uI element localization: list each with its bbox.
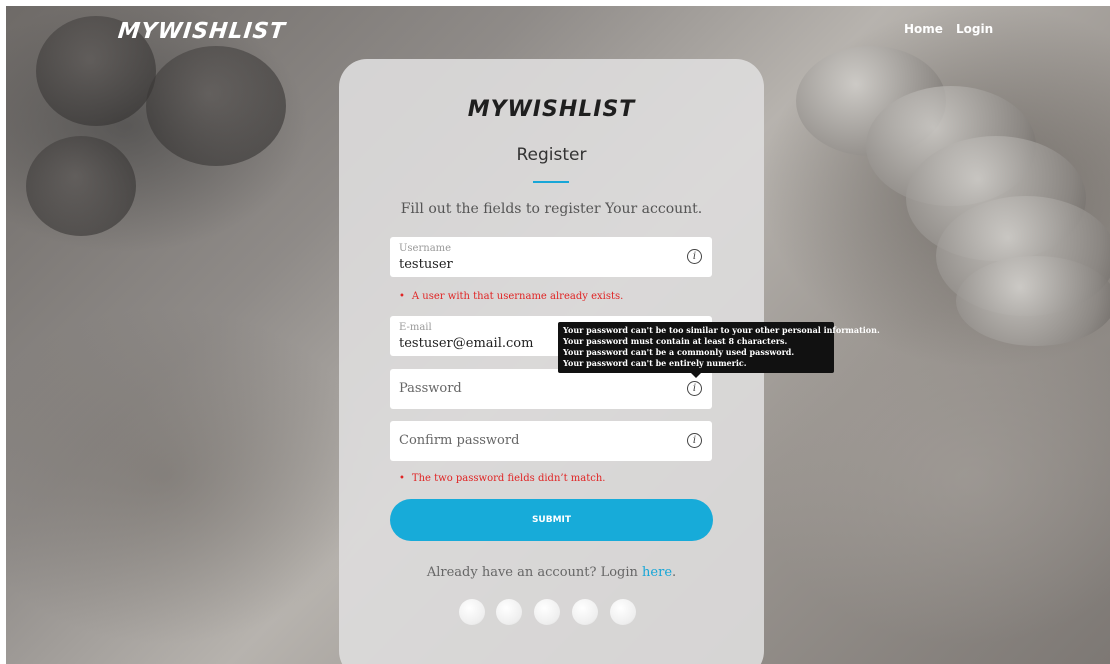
submit-button[interactable]: SUBMIT xyxy=(390,499,713,541)
tooltip-line: Your password can't be too similar to yo… xyxy=(563,325,880,335)
password-placeholder: Password xyxy=(399,381,462,396)
password-mismatch-error: The two password fields didn’t match. xyxy=(399,473,606,484)
tooltip-arrow xyxy=(691,373,701,378)
social-login-button-3[interactable] xyxy=(534,599,560,625)
password-field[interactable]: Password i xyxy=(390,369,712,409)
page-title: Register xyxy=(516,145,587,165)
social-login-button-1[interactable] xyxy=(459,599,485,625)
login-here-link[interactable]: here xyxy=(642,565,672,580)
confirm-password-field[interactable]: Confirm password i xyxy=(390,421,712,461)
card-brand-logo: MYWISHLIST xyxy=(467,97,636,122)
page: MYWISHLIST Home Login MYWISHLIST Registe… xyxy=(0,0,1110,664)
tooltip-line: Your password must contain at least 8 ch… xyxy=(563,336,788,346)
confirm-password-info-icon[interactable]: i xyxy=(687,433,702,448)
form-instructions: Fill out the fields to register Your acc… xyxy=(400,201,703,217)
password-info-icon[interactable]: i xyxy=(687,381,702,396)
confirm-password-placeholder: Confirm password xyxy=(399,433,520,448)
username-label: Username xyxy=(399,243,452,254)
nav-login-link[interactable]: Login xyxy=(956,22,993,36)
login-prompt: Already have an account? Login here. xyxy=(339,565,764,580)
email-label: E-mail xyxy=(399,322,432,333)
username-info-icon[interactable]: i xyxy=(687,249,702,264)
title-underline xyxy=(533,181,569,183)
email-value: testuser@email.com xyxy=(399,336,534,351)
username-value: testuser xyxy=(399,257,453,272)
social-login-button-4[interactable] xyxy=(572,599,598,625)
username-error: A user with that username already exists… xyxy=(399,291,623,302)
brand-logo[interactable]: MYWISHLIST xyxy=(117,19,287,44)
tooltip-line: Your password can't be entirely numeric. xyxy=(563,358,747,368)
username-field[interactable]: Username testuser i xyxy=(390,237,712,277)
tooltip-line: Your password can't be a commonly used p… xyxy=(563,347,795,357)
nav-home-link[interactable]: Home xyxy=(904,22,943,36)
navbar: MYWISHLIST Home Login xyxy=(0,0,1110,60)
login-prompt-text: Already have an account? Login xyxy=(426,565,643,580)
password-help-tooltip: Your password can't be too similar to yo… xyxy=(558,322,880,373)
social-login-button-2[interactable] xyxy=(496,599,522,625)
login-prompt-suffix: . xyxy=(672,565,677,580)
social-login-button-5[interactable] xyxy=(610,599,636,625)
